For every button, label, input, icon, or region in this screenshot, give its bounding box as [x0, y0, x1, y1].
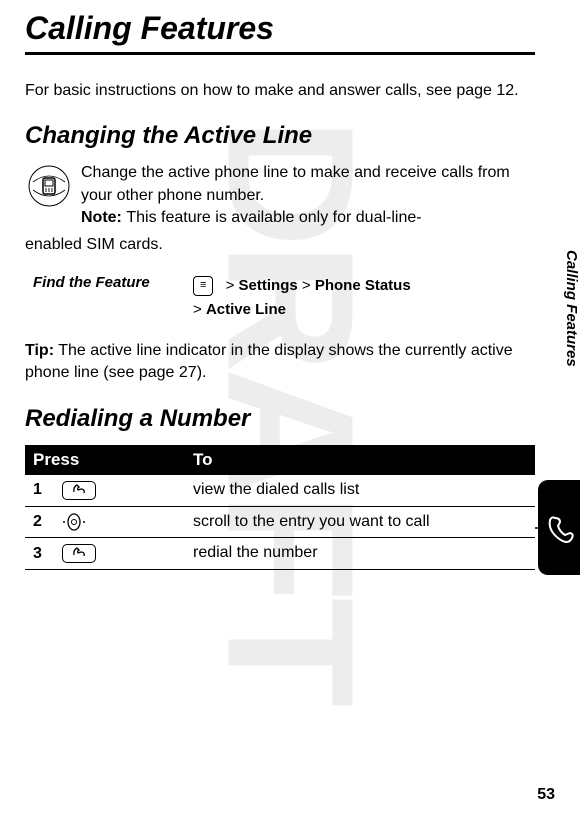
find-feature-block: Find the Feature ≡ > Settings > Phone St…: [33, 274, 535, 322]
section-heading-active-line: Changing the Active Line: [25, 122, 535, 150]
note-label: Note:: [81, 209, 122, 226]
step-num: 1: [33, 481, 58, 499]
feature-para1: Change the active phone line to make and…: [81, 162, 535, 207]
table-row: 3 redial the number: [25, 537, 535, 569]
cell-step1-action: view the dialed calls list: [185, 475, 535, 507]
send-key-icon: [62, 544, 96, 563]
table-row: 2 scroll to the entry you want to call: [25, 506, 535, 537]
send-key-icon: [62, 481, 96, 500]
path-gt2: >: [302, 277, 311, 294]
path-active-line: Active Line: [206, 301, 286, 318]
path-gt1: >: [226, 277, 235, 294]
header-press: Press: [25, 445, 185, 475]
cell-step1-key: 1: [25, 475, 185, 507]
cell-step3-action: redial the number: [185, 537, 535, 569]
cell-step2-key: 2: [25, 506, 185, 537]
tip-label: Tip:: [25, 342, 54, 359]
intro-text: For basic instructions on how to make an…: [25, 80, 535, 102]
network-subscriber-icon: [25, 162, 73, 210]
find-feature-label: Find the Feature: [33, 274, 193, 291]
path-phone-status: Phone Status: [315, 277, 411, 294]
header-to: To: [185, 445, 535, 475]
note-text-continuation: enabled SIM cards.: [25, 234, 535, 256]
redial-table: Press To 1 view the dialed calls list 2: [25, 445, 535, 570]
step-num: 3: [33, 545, 58, 563]
table-row: 1 view the dialed calls list: [25, 475, 535, 507]
title-rule: [25, 52, 535, 55]
path-settings: Settings: [239, 277, 298, 294]
page-content: Calling Features For basic instructions …: [0, 0, 580, 580]
tip-text: The active line indicator in the display…: [25, 342, 513, 381]
table-header-row: Press To: [25, 445, 535, 475]
step-num: 2: [33, 513, 58, 531]
feature-path: ≡ > Settings > Phone Status > Active Lin…: [193, 274, 411, 322]
feature-note-line: Note: This feature is available only for…: [81, 207, 535, 229]
menu-key-icon: ≡: [193, 276, 213, 296]
page-number: 53: [537, 786, 555, 804]
feature-description-block: Change the active phone line to make and…: [25, 162, 535, 229]
section-heading-redial: Redialing a Number: [25, 405, 535, 433]
tip-paragraph: Tip: The active line indicator in the di…: [25, 340, 535, 385]
note-text-inline: This feature is available only for dual-…: [122, 209, 422, 226]
cell-step3-key: 3: [25, 537, 185, 569]
cell-step2-action: scroll to the entry you want to call: [185, 506, 535, 537]
page-title: Calling Features: [25, 10, 535, 47]
path-gt3: >: [193, 301, 202, 318]
nav-key-icon: [62, 513, 86, 531]
